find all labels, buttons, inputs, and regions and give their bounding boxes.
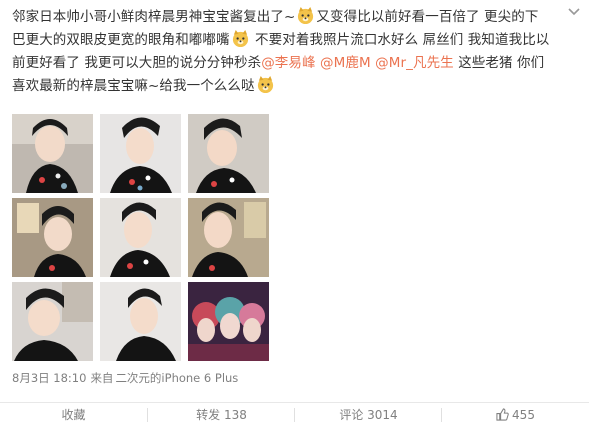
photo-thumbnail[interactable] [100, 282, 181, 361]
weibo-post: 邻家日本帅小哥小鲜肉梓晨男神宝宝酱复出了~ 又变得比以前好看一百倍了 更尖的下 巴… [0, 0, 589, 427]
action-bar: 收藏 转发 138 评论 3014 455 [0, 402, 589, 427]
favorite-button[interactable]: 收藏 [0, 403, 147, 427]
post-text-segment: 喜欢最新的梓晨宝宝嘛~给我一个么么哒 [12, 78, 255, 94]
post-source[interactable]: 二次元的iPhone 6 Plus [115, 371, 238, 385]
doge-emoji-icon [298, 6, 314, 25]
photo-thumbnail[interactable] [12, 114, 93, 193]
photo-thumbnail[interactable] [188, 114, 269, 193]
repost-button[interactable]: 转发 138 [148, 403, 295, 427]
mention-link[interactable]: @M鹿M [320, 55, 371, 71]
photo-grid [12, 114, 269, 364]
like-count: 455 [512, 408, 535, 422]
favorite-label: 收藏 [61, 408, 86, 422]
post-text-segment: 不要对着我照片流口水好么 屌丝们 我知道我比以 [255, 32, 550, 48]
photo-thumbnail[interactable] [188, 198, 269, 277]
thumbs-up-icon [496, 408, 509, 421]
photo-thumbnail[interactable] [12, 198, 93, 277]
photo-thumbnail[interactable] [100, 198, 181, 277]
post-text-segment: 邻家日本帅小哥小鲜肉梓晨男神宝宝酱复出了~ [12, 9, 296, 25]
post-text-segment: 又变得比以前好看一百倍了 更尖的下 [316, 9, 539, 25]
like-button[interactable]: 455 [442, 403, 589, 427]
doge-emoji-icon [257, 75, 273, 94]
mention-link[interactable]: @Mr_凡先生 [375, 55, 454, 71]
photo-thumbnail[interactable] [100, 114, 181, 193]
from-label: 来自 [90, 371, 114, 385]
photo-thumbnail[interactable] [188, 282, 269, 361]
repost-label: 转发 138 [196, 408, 247, 422]
post-text-segment: 这些老猪 你们 [458, 55, 545, 71]
post-date[interactable]: 8月3日 18:10 [12, 371, 86, 385]
post-text: 邻家日本帅小哥小鲜肉梓晨男神宝宝酱复出了~ 又变得比以前好看一百倍了 更尖的下 巴… [12, 6, 574, 98]
comment-label: 评论 3014 [339, 408, 398, 422]
photo-thumbnail[interactable] [12, 282, 93, 361]
mention-link[interactable]: @李易峰 [261, 55, 315, 71]
post-text-segment: 巴更大的双眼皮更宽的眼角和嘟嘟嘴 [12, 32, 230, 48]
post-text-segment: 前更好看了 我更可以大胆的说分分钟秒杀 [12, 55, 262, 71]
post-meta: 8月3日 18:10 来自 二次元的iPhone 6 Plus [12, 370, 242, 386]
doge-emoji-icon [232, 29, 248, 48]
comment-button[interactable]: 评论 3014 [295, 403, 442, 427]
